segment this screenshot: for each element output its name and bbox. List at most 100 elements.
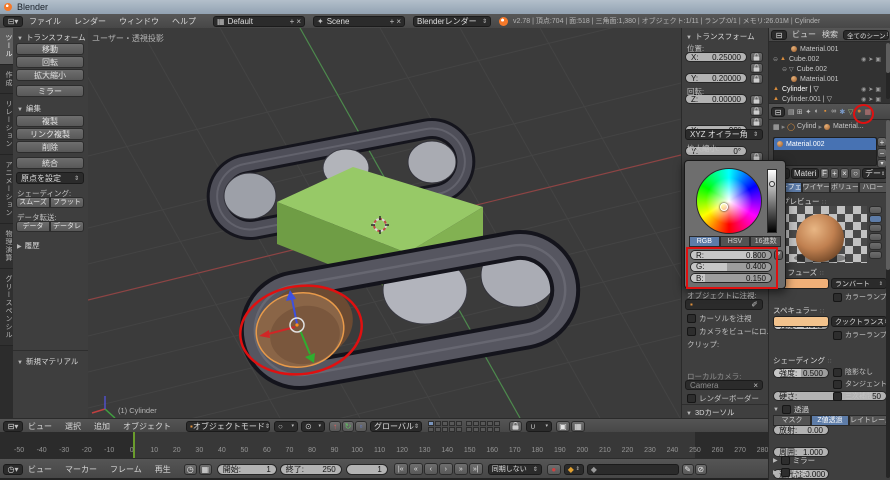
value-slider-handle[interactable] — [769, 181, 775, 187]
loc-y-lock-button[interactable] — [750, 63, 763, 73]
frame-end-field[interactable]: 終了:250 — [280, 464, 342, 475]
insert-keyframe-button[interactable]: ✎ — [682, 464, 694, 475]
shadeless-checkbox[interactable]: 陰影なし — [833, 367, 873, 377]
menu-item-3[interactable]: ヘルプ — [172, 16, 196, 27]
collapse-icon[interactable]: ▼ — [17, 107, 23, 113]
render-restrict-icon[interactable]: ▣ — [875, 97, 883, 103]
checkbox-icon[interactable] — [833, 380, 842, 389]
cubic-checkbox[interactable]: 三次補間 — [833, 391, 873, 401]
outliner-row[interactable]: Material.001 — [769, 44, 890, 54]
sss-panel-title[interactable]: SSS — [793, 468, 808, 477]
outliner-item-label[interactable]: Cube.002 — [789, 56, 819, 63]
scene-close-icon[interactable]: × — [396, 17, 401, 26]
layer-toggle[interactable] — [435, 421, 441, 426]
preview-cube-button[interactable] — [869, 224, 882, 232]
layer-toggle[interactable] — [487, 421, 493, 426]
playback-button-3[interactable]: › — [439, 463, 453, 475]
specular-color-swatch[interactable] — [773, 316, 829, 327]
menu-item-2[interactable]: 追加 — [94, 421, 110, 432]
tab-レイトレース[interactable]: レイトレース — [849, 415, 887, 426]
layer-toggle[interactable] — [494, 421, 500, 426]
layer-toggle[interactable] — [428, 427, 434, 432]
layer-toggle[interactable] — [473, 421, 479, 426]
lock-button[interactable] — [509, 421, 522, 432]
constraints-icon[interactable]: ∞ — [830, 108, 839, 115]
outliner-item-label[interactable]: Cylinder.001 | ▽ — [782, 95, 832, 103]
layer-toggle[interactable] — [449, 421, 455, 426]
eyedropper-icon[interactable]: ✐ — [751, 300, 758, 309]
checkbox-icon[interactable] — [687, 394, 696, 403]
npanel-transform-title[interactable]: トランスフォーム — [695, 32, 755, 41]
preview-hair-button[interactable] — [869, 242, 882, 250]
expand-icon[interactable]: ⊖ — [782, 66, 787, 73]
outliner-item-label[interactable]: Material.001 — [800, 76, 839, 83]
layer-toggle[interactable] — [428, 421, 434, 426]
keying-set-type-dropdown[interactable]: ◆ ⇕ — [564, 464, 584, 475]
material-name-field[interactable]: Materi — [791, 168, 819, 179]
rot-z-lock-button[interactable] — [750, 117, 763, 127]
outliner-menu-search[interactable]: 検索 — [822, 29, 838, 40]
preview-range-button[interactable]: ◷ — [184, 464, 197, 475]
playback-button-1[interactable]: « — [409, 463, 423, 475]
loc-x-lock-button[interactable] — [750, 52, 763, 62]
preview-world-button[interactable] — [869, 251, 882, 259]
loc-z-lock-button[interactable] — [750, 74, 763, 84]
tab-マスク[interactable]: マスク — [773, 415, 811, 426]
playback-button-5[interactable]: »| — [469, 463, 483, 475]
local-camera-field[interactable]: Camera × — [685, 380, 763, 390]
layer-toggle[interactable] — [449, 427, 455, 432]
tab-ハロー[interactable]: ハロー — [859, 182, 888, 193]
specular-panel-title[interactable]: スペキュラー — [773, 306, 817, 315]
outliner-item-label[interactable]: Cube.002 — [797, 66, 827, 73]
modifiers-icon[interactable]: ✱ — [838, 108, 847, 116]
set-origin-dropdown[interactable]: 原点を設定 ⇕ — [16, 172, 84, 184]
flat-button[interactable]: フラット — [50, 197, 84, 208]
checkbox-icon[interactable] — [833, 368, 842, 377]
pivot-dropdown[interactable]: ⊙ ▾ — [301, 421, 325, 432]
shading-panel-title[interactable]: シェーディング — [773, 356, 825, 365]
diffuse-shader-dropdown[interactable]: ランバート ⇕ — [831, 278, 887, 289]
layer-toggle[interactable] — [435, 427, 441, 432]
menu-item-3[interactable]: 再生 — [155, 464, 171, 475]
checkbox-icon[interactable] — [833, 293, 842, 302]
menu-item-0[interactable]: ビュー — [28, 464, 52, 475]
menu-item-0[interactable]: ビュー — [28, 421, 52, 432]
snap-dropdown[interactable]: ∪ ▾ — [526, 421, 552, 432]
loc-y-field[interactable]: Y:0.20000 — [685, 73, 747, 83]
menu-item-3[interactable]: オブジェクト — [123, 421, 171, 432]
cursor-panel-title[interactable]: 3Dカーソル — [695, 408, 735, 417]
timeline-ruler[interactable]: -50-40-30-20-100102030405060708090100110… — [0, 447, 768, 458]
preview-monkey-button[interactable] — [869, 233, 882, 241]
color-wheel-cursor[interactable] — [720, 203, 728, 211]
viewport-canvas[interactable] — [88, 28, 681, 418]
tool-shelf-tab[interactable]: ツール — [0, 28, 13, 65]
layer-toggle[interactable] — [473, 427, 479, 432]
shading-dropdown[interactable]: ○ ▾ — [274, 421, 298, 432]
layer-toggle[interactable] — [487, 427, 493, 432]
value-slider[interactable] — [767, 169, 777, 233]
expand-icon[interactable]: ⊖ — [773, 56, 778, 63]
screen-layout-selector[interactable]: ▦ Default + × — [213, 16, 305, 27]
menu-item-0[interactable]: ファイル — [29, 16, 61, 27]
playback-button-0[interactable]: |« — [394, 463, 408, 475]
lock-camera-checkbox[interactable]: カメラをビューにロ.. — [687, 326, 769, 337]
render-layers-icon[interactable]: ⊞ — [796, 108, 805, 116]
sync-dropdown[interactable]: 同期しない ⇕ — [488, 464, 542, 475]
outliner-menu-view[interactable]: ビュー — [792, 29, 816, 40]
tab-HSV[interactable]: HSV — [720, 236, 751, 247]
scale-button[interactable]: 拡大縮小 — [16, 69, 84, 81]
layer-toggle[interactable] — [480, 427, 486, 432]
tab-RGB[interactable]: RGB — [689, 236, 720, 247]
layer-toggle[interactable] — [442, 421, 448, 426]
collapse-icon[interactable]: ▼ — [17, 360, 23, 366]
menu-item-1[interactable]: マーカー — [65, 464, 97, 475]
mirror-checkbox[interactable] — [781, 456, 790, 465]
tab-16進数[interactable]: 16進数 — [750, 236, 781, 247]
tab-Z値透過[interactable]: Z値透過 — [811, 415, 849, 426]
editor-type-button[interactable]: ⊟ — [771, 30, 787, 40]
data-button[interactable]: データ — [16, 221, 50, 232]
tool-shelf-tab[interactable]: リレーション — [0, 94, 13, 155]
delete-keyframe-button[interactable]: ⊘ — [695, 464, 707, 475]
scene-selector[interactable]: ✦ Scene + × — [313, 16, 405, 27]
history-panel-title[interactable]: 履歴 — [25, 241, 40, 250]
